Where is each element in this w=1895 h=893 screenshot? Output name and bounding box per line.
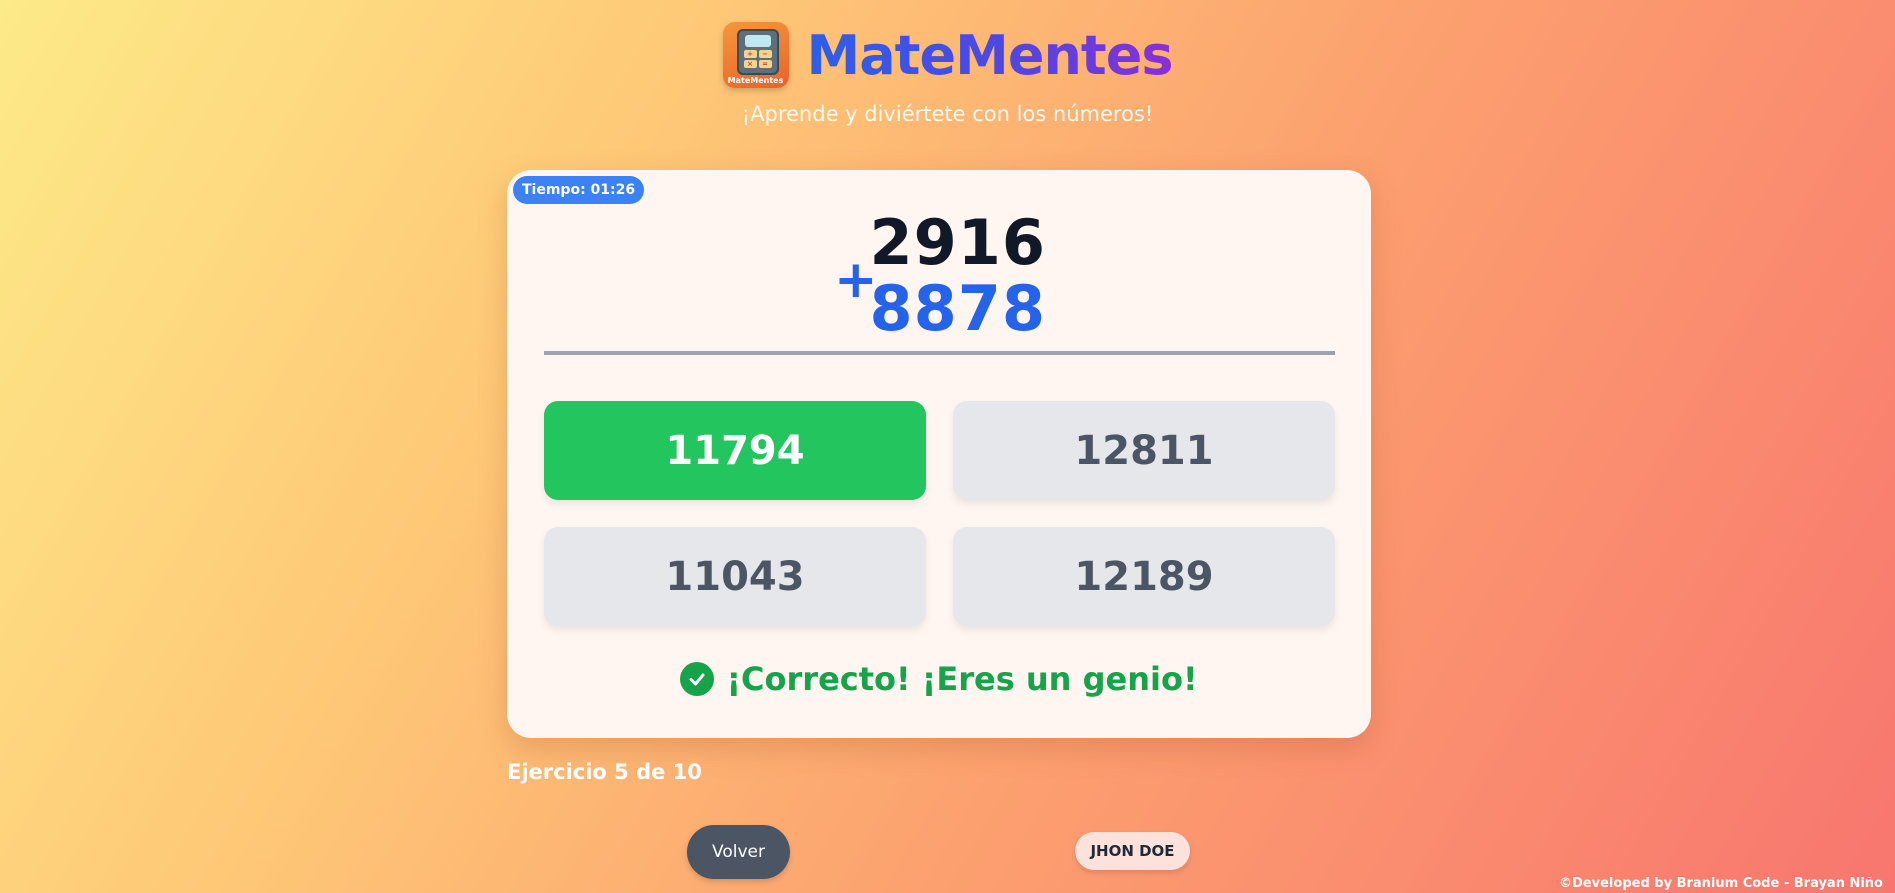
app-title: MateMentes <box>806 23 1174 87</box>
logo-keys: + − × = <box>743 50 772 68</box>
user-badge[interactable]: JHON DOE <box>1075 832 1190 870</box>
exercise-progress: Ejercicio 5 de 10 <box>507 760 702 784</box>
feedback-message: ¡Correcto! ¡Eres un genio! <box>507 660 1371 698</box>
bottom-operand: 8878 <box>869 272 1046 345</box>
logo-key: − <box>758 50 772 58</box>
timer-badge: Tiempo: 01:26 <box>513 176 645 204</box>
check-circle-icon <box>680 662 715 696</box>
logo-key: = <box>758 60 772 68</box>
back-button[interactable]: Volver <box>687 825 790 879</box>
tagline: ¡Aprende y diviértete con los números! <box>741 102 1154 126</box>
footer-credit: ©Developed by Branium Code - Brayan Niño <box>1559 876 1883 891</box>
logo-calculator-body: + − × = <box>736 29 779 75</box>
answer-option-correct[interactable]: 11794 <box>544 401 926 500</box>
answer-options: 11794 12811 11043 12189 <box>544 401 1335 626</box>
top-operand: 2916 <box>869 206 1046 279</box>
answer-option[interactable]: 11043 <box>544 527 926 626</box>
brand: + − × = MateMentes MateMentes <box>722 22 1174 88</box>
sum-line <box>544 351 1335 355</box>
exercise-card: Tiempo: 01:26 2916 + 8878 11794 12811 11… <box>507 170 1371 738</box>
feedback-text: ¡Correcto! ¡Eres un genio! <box>726 660 1198 698</box>
calculator-logo-icon: + − × = MateMentes <box>722 22 789 88</box>
app-header: + − × = MateMentes MateMentes ¡Aprende y… <box>0 22 1895 126</box>
logo-face <box>744 35 771 47</box>
logo-key: × <box>743 60 757 68</box>
answer-option[interactable]: 12189 <box>953 527 1335 626</box>
answer-option[interactable]: 12811 <box>953 401 1335 500</box>
logo-key: + <box>743 50 757 58</box>
logo-text: MateMentes <box>727 76 784 85</box>
